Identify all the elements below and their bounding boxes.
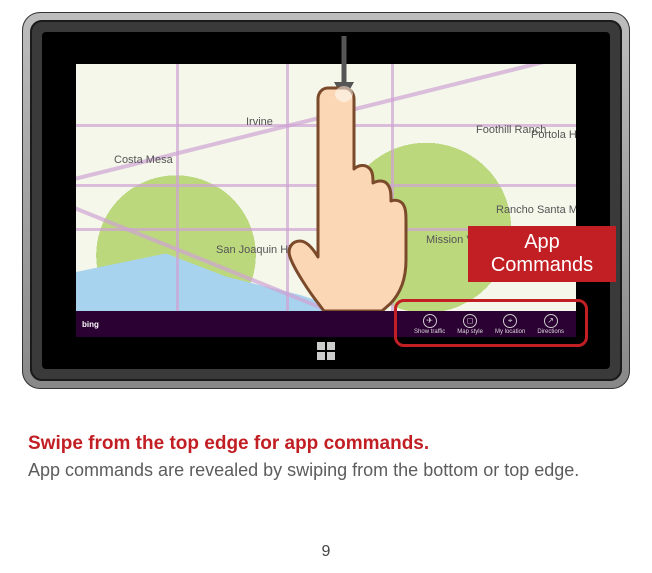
manual-page: Irvine Costa Mesa Mission Viejo Foothill… (0, 0, 652, 573)
tablet-screen[interactable]: Irvine Costa Mesa Mission Viejo Foothill… (76, 64, 576, 337)
cmd-my-location[interactable]: ⌖ My location (495, 314, 525, 335)
traffic-icon: ✈ (423, 314, 437, 328)
map-label-irvine: Irvine (246, 116, 273, 128)
tablet-inner: Irvine Costa Mesa Mission Viejo Foothill… (30, 20, 622, 381)
command-group: ✈ Show traffic ◻ Map style ⌖ My location (414, 314, 570, 335)
instruction-caption: Swipe from the top edge for app commands… (28, 432, 612, 482)
tablet-bezel: Irvine Costa Mesa Mission Viejo Foothill… (42, 32, 610, 369)
caption-body: App commands are revealed by swiping fro… (28, 459, 612, 482)
cmd-label: Show traffic (414, 329, 445, 335)
mapstyle-icon: ◻ (463, 314, 477, 328)
callout-text: App Commands (491, 231, 593, 277)
cmd-label: My location (495, 329, 525, 335)
cmd-label: Directions (537, 329, 564, 335)
map-label-san-joaquin: San Joaquin Hills (216, 244, 301, 256)
map-label-portola: Portola Hills (531, 129, 576, 141)
cmd-map-style[interactable]: ◻ Map style (457, 314, 483, 335)
cmd-directions[interactable]: ↗ Directions (537, 314, 564, 335)
map-label-costa-mesa: Costa Mesa (114, 154, 173, 166)
brand-label: bing (82, 320, 99, 329)
map-canvas[interactable]: Irvine Costa Mesa Mission Viejo Foothill… (76, 64, 576, 337)
tablet-frame: Irvine Costa Mesa Mission Viejo Foothill… (22, 12, 630, 389)
app-commands-callout: App Commands (468, 226, 616, 282)
location-icon: ⌖ (503, 314, 517, 328)
map-label-rancho: Rancho Santa Margarita (496, 204, 576, 216)
directions-icon: ↗ (544, 314, 558, 328)
cmd-label: Map style (457, 329, 483, 335)
windows-logo-icon[interactable] (317, 342, 335, 360)
page-number: 9 (0, 543, 652, 561)
caption-heading: Swipe from the top edge for app commands… (28, 432, 612, 457)
app-command-bar[interactable]: bing ✈ Show traffic ◻ Map style (76, 311, 576, 337)
cmd-show-traffic[interactable]: ✈ Show traffic (414, 314, 445, 335)
